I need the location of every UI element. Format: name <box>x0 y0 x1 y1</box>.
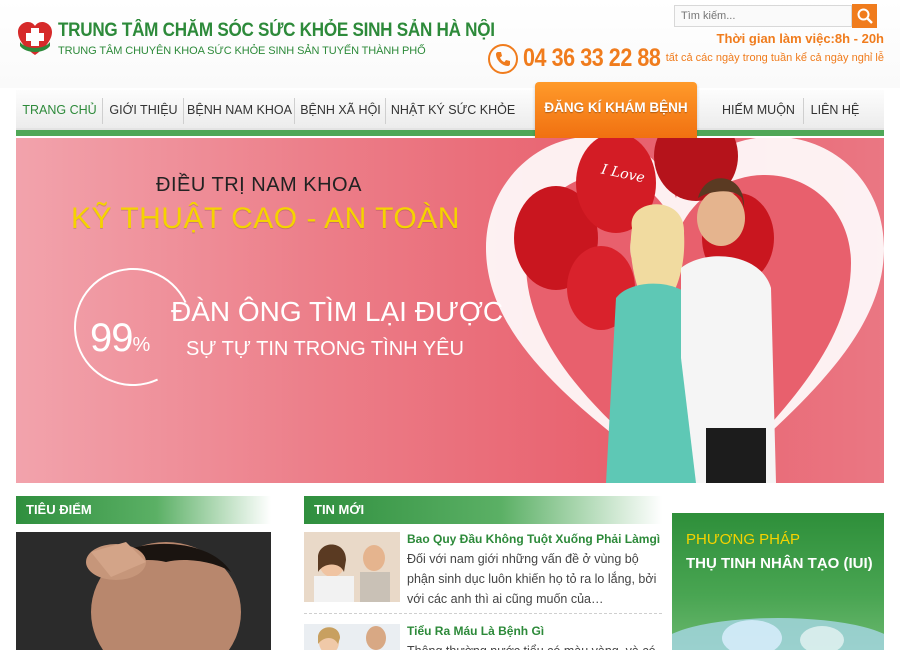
banner-percent-value: 99 <box>90 316 133 360</box>
search-icon <box>857 8 873 24</box>
ivf-promo-banner[interactable]: PHƯƠNG PHÁP THỤ TINH NHÂN TẠO (IUI) <box>672 513 884 650</box>
banner-tagline: ĐÀN ÔNG TÌM LẠI ĐƯỢC <box>171 296 504 327</box>
working-hours: Thời gian làm việc:8h - 20h <box>716 31 884 46</box>
news-thumbnail[interactable] <box>304 624 400 650</box>
hotline-number[interactable]: 04 36 33 22 88 <box>523 44 661 73</box>
nav-item-contact[interactable]: LIÊN HỆ <box>804 90 866 130</box>
promo-title: THỤ TINH NHÂN TẠO (IUI) <box>686 555 873 572</box>
news-excerpt: Thông thường nước tiểu có màu vàng, và c… <box>407 641 662 650</box>
news-section-header: TIN MỚI <box>304 496 662 524</box>
brand-title[interactable]: TRUNG TÂM CHĂM SÓC SỨC KHỎE SINH SẢN HÀ … <box>58 20 495 42</box>
site-header: TRUNG TÂM CHĂM SÓC SỨC KHỎE SINH SẢN HÀ … <box>0 0 900 88</box>
news-thumbnail[interactable] <box>304 532 400 602</box>
promo-heading: PHƯƠNG PHÁP <box>686 531 801 548</box>
main-nav: TRANG CHỦ GIỚI THIỆU BỆNH NAM KHOA BỆNH … <box>16 90 884 130</box>
nav-item-home[interactable]: TRANG CHỦ <box>16 90 103 130</box>
focus-article-image[interactable] <box>16 532 271 650</box>
banner-headline: KỸ THUẬT CAO - AN TOÀN <box>71 202 460 235</box>
news-title[interactable]: Bao Quy Đầu Không Tuột Xuống Phải Làmgì <box>407 532 660 546</box>
brand-subtitle: TRUNG TÂM CHUYÊN KHOA SỨC KHỎE SINH SẢN … <box>58 45 426 57</box>
logo-cross-icon[interactable] <box>16 20 54 58</box>
working-hours-note: tất cả các ngày trong tuần kể cả ngày ng… <box>665 52 884 64</box>
news-item[interactable]: Tiểu Ra Máu Là Bệnh Gì Thông thường nước… <box>304 622 662 650</box>
nav-underline <box>16 130 884 136</box>
banner-heading: ĐIỀU TRỊ NAM KHOA <box>156 174 362 196</box>
banner-tagline-2: SỰ TỰ TIN TRONG TÌNH YÊU <box>186 338 464 360</box>
nav-item-male-disease[interactable]: BỆNH NAM KHOA <box>184 90 295 130</box>
nav-item-social-disease[interactable]: BỆNH XÃ HỘI <box>295 90 386 130</box>
news-item[interactable]: Bao Quy Đầu Không Tuột Xuống Phải Làmgì … <box>304 530 662 614</box>
nav-item-about[interactable]: GIỚI THIỆU <box>103 90 184 130</box>
nav-item-health-diary[interactable]: NHẬT KÝ SỨC KHỎE <box>386 90 520 130</box>
news-excerpt: Đối với nam giới những vấn đề ở vùng bộ … <box>407 552 657 606</box>
search-button[interactable] <box>852 4 877 28</box>
focus-image-art <box>16 532 271 650</box>
focus-section-header: TIÊU ĐIỂM <box>16 496 271 524</box>
nav-item-infertility[interactable]: HIẾM MUỘN <box>713 90 804 130</box>
banner-percent-sign: % <box>132 334 151 356</box>
phone-icon <box>488 44 518 74</box>
hero-banner[interactable]: ĐIỀU TRỊ NAM KHOA KỸ THUẬT CAO - AN TOÀN… <box>16 138 884 483</box>
search-input[interactable] <box>674 5 852 27</box>
banner-percent: 99% <box>90 316 151 361</box>
register-appointment-button[interactable]: ĐĂNG KÍ KHÁM BỆNH <box>535 82 697 140</box>
promo-art <box>672 618 884 650</box>
news-title[interactable]: Tiểu Ra Máu Là Bệnh Gì <box>407 624 544 638</box>
page: TRUNG TÂM CHĂM SÓC SỨC KHỎE SINH SẢN HÀ … <box>0 0 900 650</box>
